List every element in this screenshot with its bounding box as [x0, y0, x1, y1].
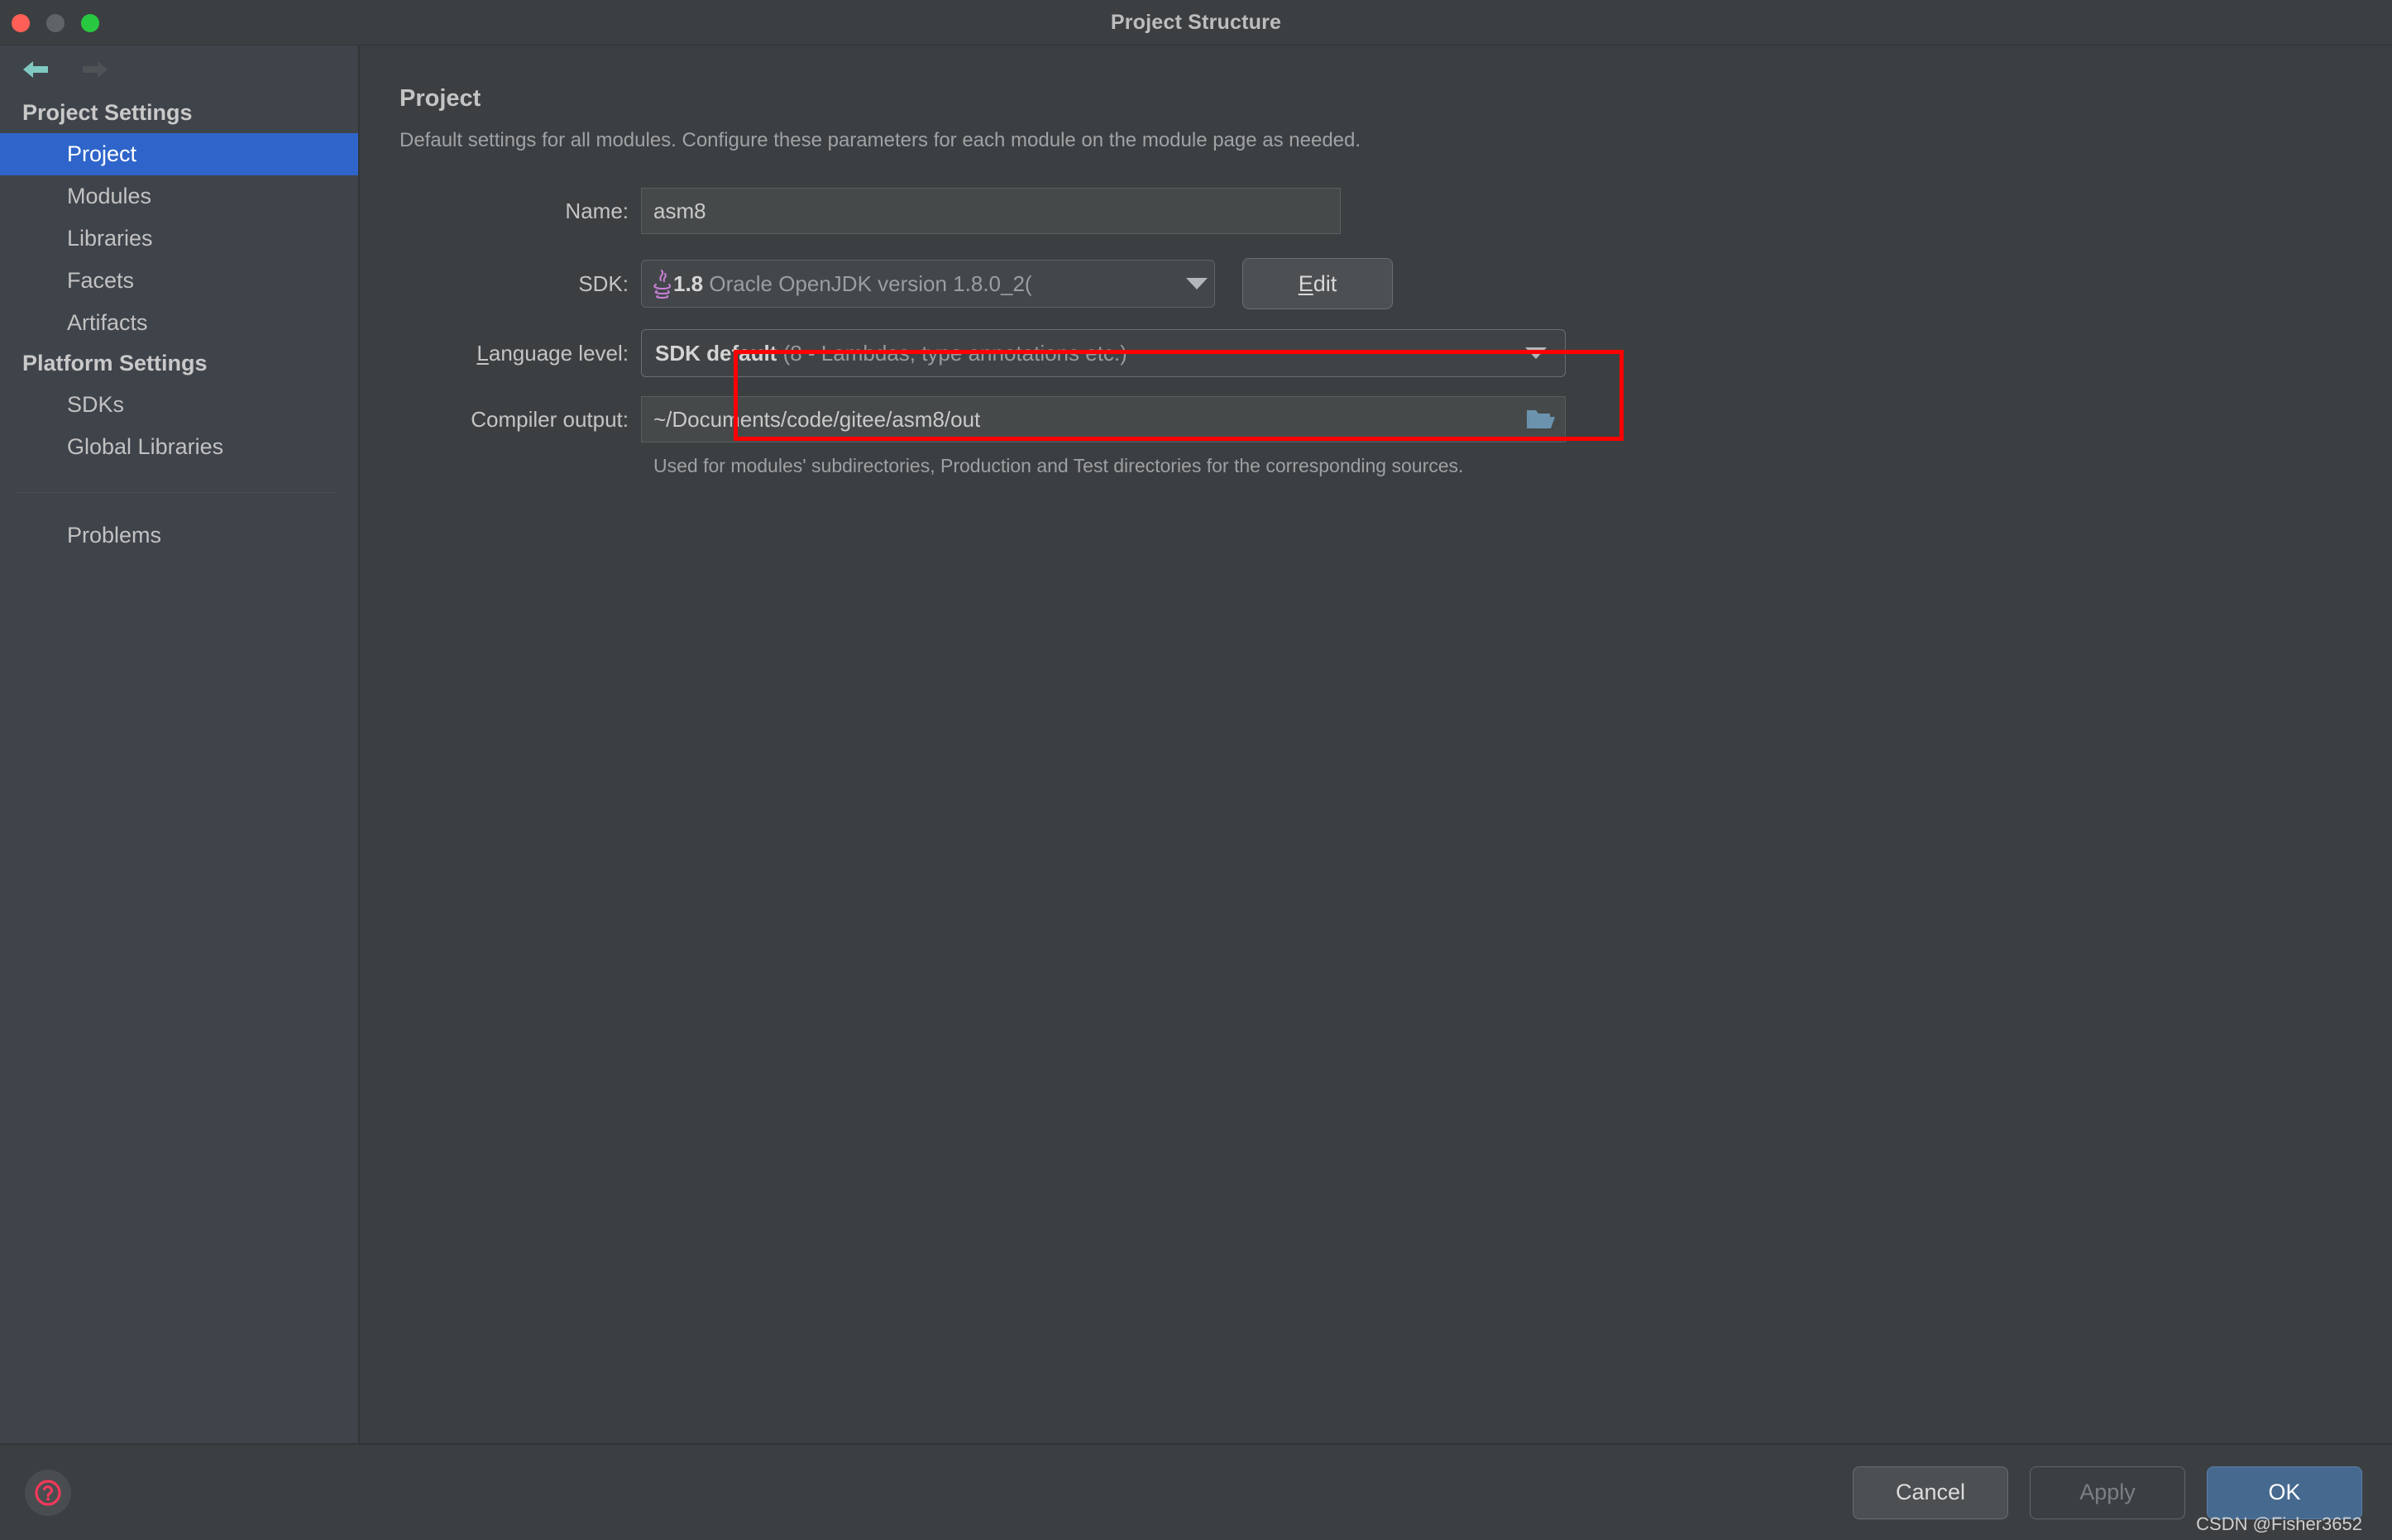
project-name-input[interactable]: asm8 — [641, 188, 1341, 234]
sidebar-group-platform-settings: Platform Settings — [22, 351, 208, 375]
sdk-description: Oracle OpenJDK version 1.8.0_2( — [709, 270, 1032, 296]
page-description: Default settings for all modules. Config… — [399, 129, 1361, 151]
compiler-output-hint: Used for modules' subdirectories, Produc… — [653, 455, 1464, 476]
watermark: CSDN @Fisher3652 — [2196, 1514, 2362, 1534]
page-title: Project — [399, 85, 481, 112]
cancel-button[interactable]: Cancel — [1853, 1466, 2008, 1519]
compiler-output-row: Compiler output: ~/Documents/code/gitee/… — [399, 394, 2392, 445]
sidebar-item-sdks[interactable]: SDKs — [0, 384, 358, 426]
settings-sidebar: Project Settings Project Modules Librari… — [0, 45, 360, 1443]
dialog-footer: Cancel Apply OK CSDN @Fisher3652 — [0, 1443, 2392, 1540]
sidebar-item-facets[interactable]: Facets — [0, 260, 358, 302]
compiler-output-label: Compiler output: — [471, 406, 629, 432]
apply-button[interactable]: Apply — [2030, 1466, 2185, 1519]
edit-button-label-rest: dit — [1313, 270, 1337, 296]
minimize-window-button[interactable] — [46, 14, 65, 32]
compiler-output-input[interactable]: ~/Documents/code/gitee/asm8/out — [641, 396, 1566, 442]
sidebar-item-modules[interactable]: Modules — [0, 175, 358, 218]
language-level-label-rest: anguage level: — [488, 340, 629, 366]
help-button[interactable] — [25, 1469, 71, 1516]
java-icon — [653, 269, 672, 299]
language-level-detail: (8 - Lambdas, type annotations etc.) — [782, 340, 1127, 366]
sidebar-nav-buttons — [0, 45, 358, 93]
traffic-lights — [12, 14, 99, 32]
back-button[interactable] — [18, 55, 53, 84]
chevron-down-icon — [1525, 347, 1547, 359]
folder-icon[interactable] — [1524, 405, 1557, 433]
close-window-button[interactable] — [12, 14, 30, 32]
window-title: Project Structure — [1110, 10, 1282, 34]
sidebar-item-problems[interactable]: Problems — [0, 514, 358, 557]
project-name-value: asm8 — [653, 198, 706, 223]
compiler-output-value: ~/Documents/code/gitee/asm8/out — [653, 406, 981, 432]
language-level-label: Language level: — [399, 341, 641, 366]
zoom-window-button[interactable] — [81, 14, 99, 32]
title-bar: Project Structure — [0, 0, 2392, 45]
edit-sdk-button[interactable]: Edit — [1242, 258, 1393, 309]
sidebar-group-project-settings: Project Settings — [22, 100, 193, 125]
language-level-mnemonic: L — [476, 340, 489, 366]
ok-button[interactable]: OK — [2207, 1466, 2362, 1519]
name-row: Name: asm8 — [399, 185, 2392, 237]
language-level-row: Language level: SDK default (8 - Lambdas… — [399, 328, 2392, 379]
sdk-dropdown[interactable]: 1.8 Oracle OpenJDK version 1.8.0_2( — [641, 260, 1215, 308]
sidebar-item-global-libraries[interactable]: Global Libraries — [0, 426, 358, 468]
arrow-left-icon — [23, 61, 48, 78]
sdk-row: SDK: 1.8 Oracle OpenJDK version 1.8.0_2( — [399, 258, 2392, 309]
sidebar-item-libraries[interactable]: Libraries — [0, 218, 358, 260]
sidebar-item-artifacts[interactable]: Artifacts — [0, 302, 358, 344]
project-settings-panel: Project Default settings for all modules… — [360, 45, 2392, 1443]
edit-button-mnemonic: E — [1298, 270, 1313, 296]
sdk-value: 1.8 Oracle OpenJDK version 1.8.0_2( — [673, 271, 1179, 297]
question-mark-icon — [35, 1479, 61, 1506]
language-level-primary: SDK default — [655, 340, 777, 366]
language-level-value: SDK default (8 - Lambdas, type annotatio… — [655, 341, 1519, 366]
sdk-label: SDK: — [578, 270, 629, 296]
project-structure-dialog: Project Structure Project Settings Proje… — [0, 0, 2392, 1540]
dialog-body: Project Settings Project Modules Librari… — [0, 45, 2392, 1443]
dialog-action-buttons: Cancel Apply OK — [1853, 1466, 2362, 1519]
language-level-dropdown[interactable]: SDK default (8 - Lambdas, type annotatio… — [641, 329, 1566, 377]
name-label: Name: — [565, 198, 629, 223]
forward-button[interactable] — [78, 55, 112, 84]
arrow-right-icon — [83, 61, 108, 78]
sidebar-divider — [17, 492, 337, 493]
chevron-down-icon — [1186, 278, 1208, 289]
sidebar-item-project[interactable]: Project — [0, 133, 358, 175]
